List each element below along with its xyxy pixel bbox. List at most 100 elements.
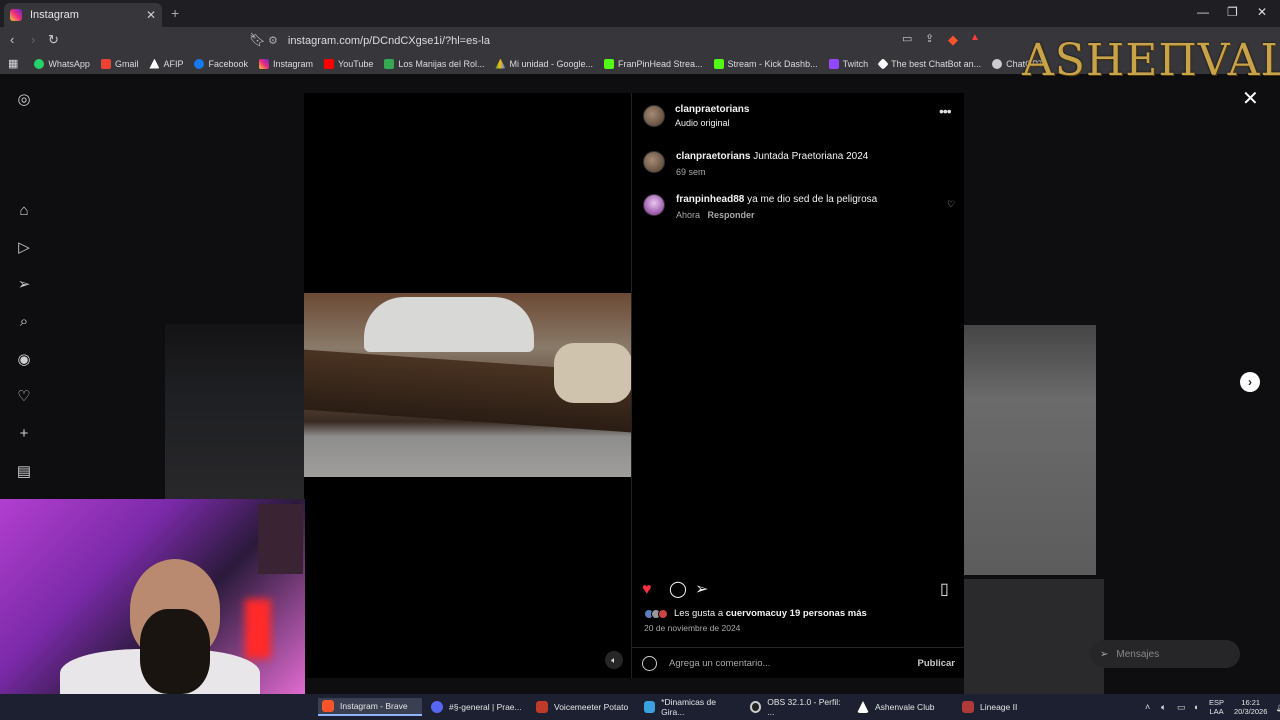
next-post-arrow-icon[interactable]: › — [1240, 372, 1260, 392]
language-top: ESP — [1209, 698, 1225, 707]
new-tab-button[interactable]: + — [171, 5, 179, 21]
apps-grid-icon[interactable]: ▦ — [8, 57, 18, 70]
taskbar-brave[interactable]: Instagram - Brave — [318, 698, 422, 716]
clock[interactable]: 16:21 20/3/2026 — [1234, 698, 1267, 716]
taskbar-voicemeeter[interactable]: Voicemeeter Potato — [532, 698, 634, 716]
comment-input[interactable]: Agrega un comentario... — [669, 658, 770, 669]
address-bar[interactable]: ⚙ instagram.com/p/DCndCXgse1i/?hl=es-la — [268, 30, 988, 51]
kick-icon — [604, 58, 614, 69]
notification-bell-icon[interactable]: 🔔︎ — [1275, 702, 1280, 712]
background-feed-image — [165, 324, 305, 499]
home-icon[interactable]: ⌂ — [16, 203, 32, 219]
bookmark-whatsapp[interactable]: WhatsApp — [34, 58, 90, 69]
author-avatar[interactable] — [643, 105, 665, 127]
language-indicator[interactable]: ESP LAA — [1209, 698, 1224, 716]
bookmark-facebook[interactable]: Facebook — [194, 58, 248, 69]
taskbar-ashenvale[interactable]: Ashenvale Club — [853, 698, 953, 716]
maximize-button[interactable]: ❐ — [1227, 5, 1238, 19]
taskbar-label: *Dinamicas de Gira... — [661, 697, 716, 717]
explore-icon[interactable]: ◉ — [16, 352, 32, 368]
caption-username[interactable]: clanpraetorians — [676, 151, 750, 162]
cast-icon[interactable]: ▭ — [902, 32, 912, 45]
bookmark-kick-dashboard[interactable]: Stream - Kick Dashb... — [713, 58, 818, 69]
caption-text: Juntada Praetoriana 2024 — [753, 151, 869, 162]
likes-prefix: Les gusta a — [674, 608, 724, 619]
reply-link[interactable]: Responder — [708, 210, 755, 220]
close-modal-icon[interactable]: ✕ — [1242, 86, 1259, 111]
tray-volume-icon[interactable]: 🔈︎ — [1161, 702, 1170, 712]
comment-username[interactable]: franpinhead88 — [676, 194, 744, 205]
bookmark-kick-stream[interactable]: FranPinHead Strea... — [604, 58, 703, 69]
bookmark-label: Stream - Kick Dashb... — [727, 58, 818, 69]
likes-suffix: y 19 personas más — [781, 608, 867, 619]
share-icon[interactable]: ⇪ — [925, 32, 934, 45]
save-bookmark-icon[interactable]: ▯ — [940, 581, 949, 599]
caption-avatar[interactable] — [643, 151, 665, 173]
taskbar-obs[interactable]: OBS 32.1.0 - Perfil: ... — [746, 697, 846, 717]
red-lamp — [245, 599, 271, 659]
likes-summary[interactable]: Les gusta a cuervomacu y 19 personas más — [644, 608, 867, 619]
post-photo — [304, 293, 631, 477]
publish-button[interactable]: Publicar — [918, 658, 956, 669]
system-tray: ˄ 🔈︎ ▭ ◖ ESP LAA 16:21 20/3/2026 🔔︎ — [1145, 698, 1280, 716]
create-icon[interactable]: + — [16, 426, 32, 442]
bookmark-twitch[interactable]: Twitch — [828, 58, 869, 69]
bookmark-google-drive[interactable]: Mi unidad - Google... — [495, 58, 593, 69]
more-options-icon[interactable]: ••• — [939, 103, 952, 119]
tab-close-icon[interactable]: ✕ — [146, 8, 156, 22]
ashenvale-logo: ASHEПVALE — [1022, 35, 1280, 86]
notifications-heart-icon[interactable]: ♡ — [16, 389, 32, 405]
bookmark-label: Mi unidad - Google... — [509, 58, 593, 69]
gmail-icon — [100, 58, 111, 69]
taskbar-lineage[interactable]: Lineage II — [958, 698, 1038, 716]
tray-overflow-chevron-icon[interactable]: ˄ — [1145, 702, 1154, 712]
post-video[interactable] — [304, 93, 631, 678]
taskbar-discord[interactable]: #§-general | Prae... — [427, 698, 527, 716]
reels-icon[interactable]: ▷ — [16, 240, 32, 256]
back-icon[interactable]: ‹ — [10, 32, 14, 47]
search-icon[interactable]: ⌕ — [16, 314, 32, 330]
mute-toggle-icon[interactable]: 🔈︎ — [605, 651, 623, 669]
comment-bubble-icon[interactable]: ◯ — [669, 581, 687, 599]
bookmark-instagram[interactable]: Instagram — [259, 58, 313, 69]
tab-instagram[interactable]: Instagram ✕ — [4, 3, 162, 27]
bookmark-youtube[interactable]: YouTube — [324, 58, 373, 69]
messages-icon[interactable]: ➢ — [16, 277, 32, 293]
bookmark-label: Twitch — [842, 58, 869, 69]
messages-send-icon: ➢ — [1100, 648, 1109, 660]
like-heart-icon[interactable]: ♥ — [642, 581, 652, 599]
dashboard-icon[interactable]: ▤ — [16, 464, 32, 480]
messages-pill[interactable]: ➢ Mensajes — [1090, 640, 1240, 668]
lineage-icon — [962, 701, 974, 713]
instagram-favicon-icon — [10, 9, 22, 21]
comment-avatar[interactable] — [643, 194, 665, 216]
wall-poster — [258, 504, 303, 574]
bookmark-chatbot[interactable]: The best ChatBot an... — [877, 57, 981, 70]
audio-label[interactable]: Audio original — [675, 118, 749, 128]
site-settings-icon[interactable]: ⚙ — [268, 34, 278, 47]
instagram-logo-icon[interactable]: ◎ — [16, 92, 32, 108]
notepad-icon — [644, 701, 656, 713]
language-bottom: LAA — [1209, 707, 1224, 716]
voicemeeter-icon — [536, 701, 548, 713]
afip-icon — [149, 58, 160, 69]
tray-speaker-icon[interactable]: ◖ — [1193, 702, 1202, 712]
bookmark-los-manijas[interactable]: Los Manijas del Rol... — [384, 58, 484, 69]
instagram-icon — [259, 58, 269, 69]
bookmark-gmail[interactable]: Gmail — [100, 58, 138, 69]
likes-user[interactable]: cuervomacu — [726, 608, 782, 619]
tray-network-icon[interactable]: ▭ — [1177, 702, 1186, 712]
brave-rewards-icon[interactable]: ▲ — [970, 32, 980, 43]
minimize-button[interactable]: — — [1197, 5, 1209, 19]
brave-shield-icon[interactable]: ◆ — [948, 32, 958, 48]
author-username[interactable]: clanpraetorians — [675, 104, 749, 115]
share-send-icon[interactable]: ➢ — [695, 581, 708, 599]
forward-icon[interactable]: › — [31, 32, 35, 47]
bookmark-afip[interactable]: AFIP — [149, 58, 183, 69]
reload-icon[interactable]: ↻ — [48, 32, 59, 48]
window-close-button[interactable]: ✕ — [1257, 5, 1267, 19]
taskbar-notepad[interactable]: *Dinamicas de Gira... — [640, 697, 740, 717]
comment-like-icon[interactable]: ♡ — [947, 199, 955, 210]
bookmark-page-icon[interactable]: 🔖︎ — [249, 32, 266, 48]
emoji-icon[interactable] — [642, 655, 657, 671]
